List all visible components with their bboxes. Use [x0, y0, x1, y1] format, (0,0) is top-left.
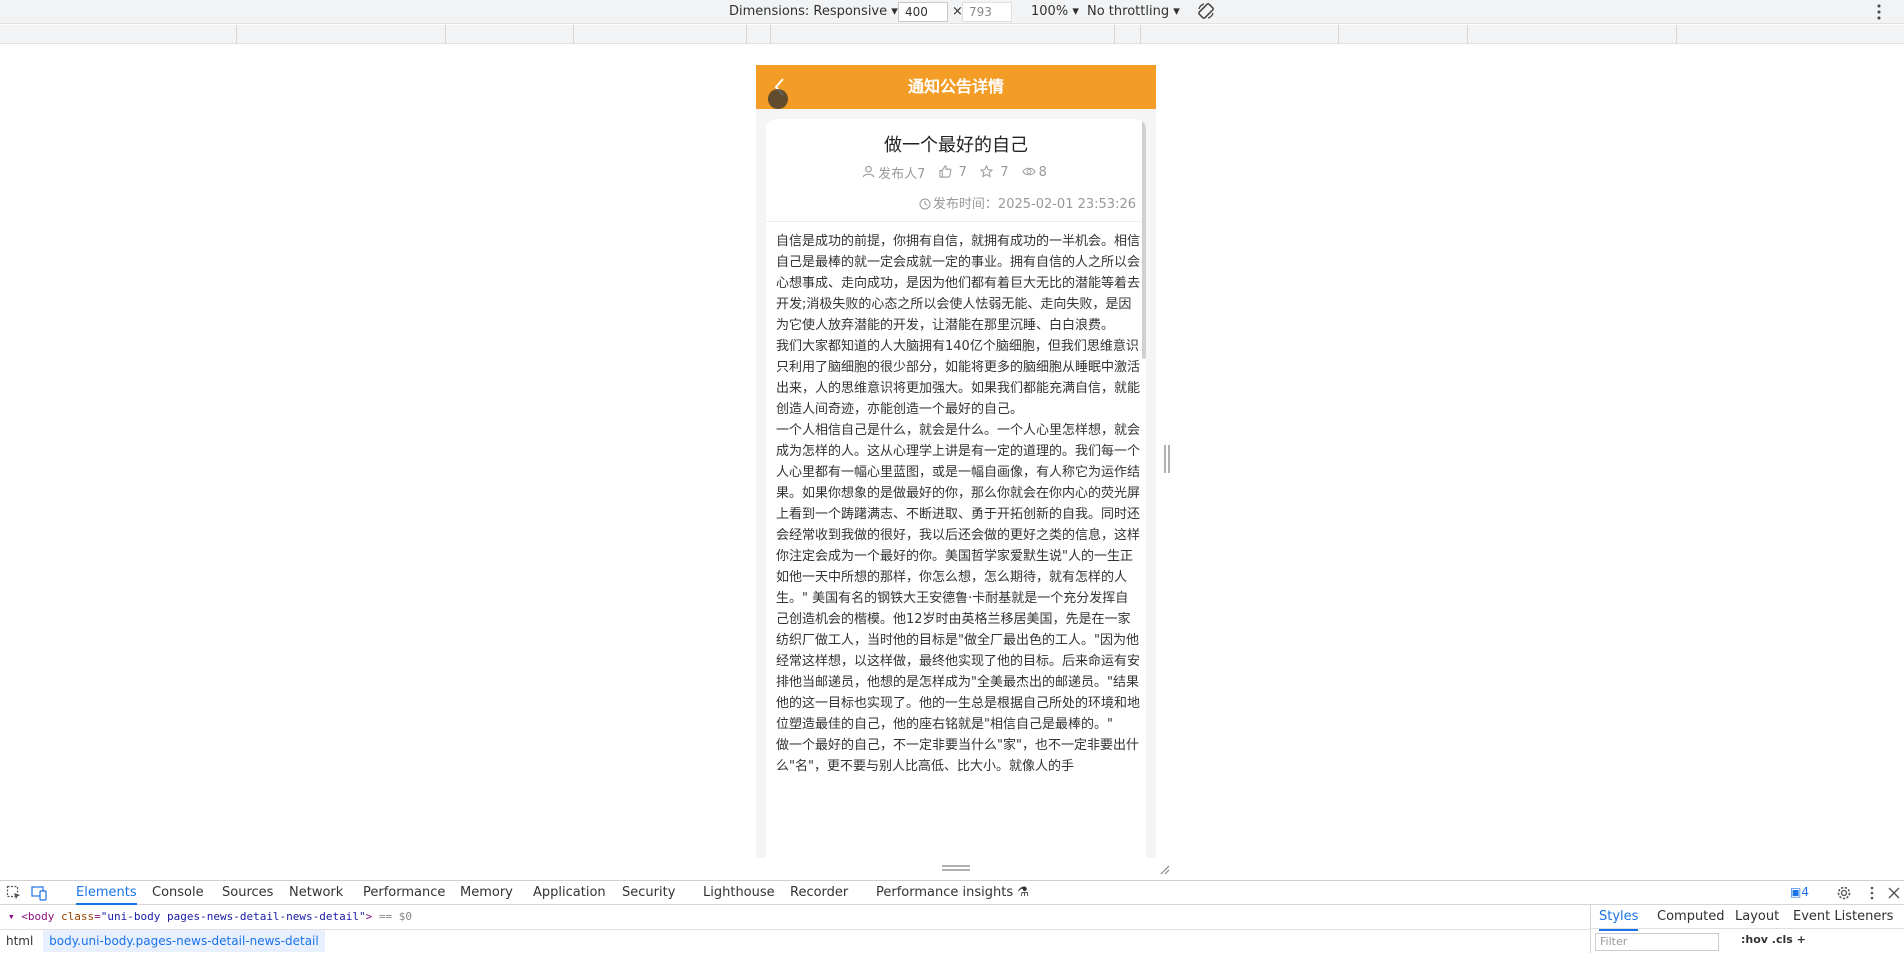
device-toggle-icon[interactable]: [31, 885, 47, 901]
dom-tree-selected-node[interactable]: ▾ <body class="uni-body pages-news-detai…: [0, 907, 1590, 927]
article-card: 做一个最好的自己 发布人7 7 7 8 发布时间：2025-02-01 23:5…: [766, 119, 1146, 858]
issues-count: 4: [1801, 885, 1809, 899]
nav-title: 通知公告详情: [907, 77, 1004, 96]
tab-layout[interactable]: Layout: [1735, 905, 1779, 929]
publish-time: 发布时间：2025-02-01 23:53:26: [919, 193, 1136, 212]
styles-pane: Styles Computed Layout Event Listeners F…: [1590, 905, 1904, 953]
width-input[interactable]: 400: [898, 2, 948, 22]
dimensions-label: Dimensions: Responsive: [729, 4, 888, 19]
views-value: 8: [1038, 165, 1047, 180]
more-vert-icon[interactable]: [1864, 885, 1880, 901]
publisher-name: 发布人7: [878, 167, 926, 182]
tab-console[interactable]: Console: [152, 881, 204, 905]
throttling-label: No throttling: [1087, 4, 1170, 19]
tab-network[interactable]: Network: [289, 881, 343, 905]
viewport-area: 通知公告详情 做一个最好的自己 发布人7 7 7 8 发布时间：2025-02-…: [0, 45, 1904, 880]
devtools-tab-bar: Elements Console Sources Network Perform…: [0, 881, 1904, 905]
gear-icon[interactable]: [1836, 885, 1852, 901]
dom-tag: <body: [21, 910, 55, 923]
nav-bar: 通知公告详情: [756, 65, 1156, 109]
tab-styles[interactable]: Styles: [1599, 905, 1639, 931]
likes-value: 7: [958, 165, 967, 180]
tab-computed[interactable]: Computed: [1657, 905, 1725, 929]
article-paragraph: 一个人相信自己是什么，就会是什么。一个人心里怎样想，就会成为怎样的人。这从心理学…: [776, 423, 1141, 732]
article-paragraph: 自信是成功的前提，你拥有自信，就拥有成功的一半机会。相信自己是最棒的就一定会成就…: [776, 234, 1141, 333]
article-paragraph: 我们大家都知道的人大脑拥有140亿个脑细胞，但我们思维意识只利用了脑细胞的很少部…: [776, 339, 1141, 417]
tab-elements[interactable]: Elements: [76, 881, 137, 905]
tab-lighthouse[interactable]: Lighthouse: [703, 881, 775, 905]
flask-icon: ⚗: [1017, 885, 1029, 900]
resize-corner-icon[interactable]: [1158, 863, 1170, 875]
styles-filter-input[interactable]: Filter: [1595, 933, 1719, 951]
breadcrumb-html[interactable]: html: [0, 930, 39, 952]
devtools-panel: Elements Console Sources Network Perform…: [0, 880, 1904, 953]
publish-time-text: 发布时间：2025-02-01 23:53:26: [932, 197, 1136, 212]
article-meta: 发布人7 7 7 8: [766, 163, 1146, 182]
tab-recorder[interactable]: Recorder: [790, 881, 848, 905]
tab-performance-insights-label: Performance insights: [876, 885, 1014, 900]
height-input[interactable]: 793: [962, 2, 1012, 22]
inspect-icon[interactable]: [6, 885, 22, 901]
touch-cursor: [768, 89, 788, 109]
tab-memory[interactable]: Memory: [460, 881, 513, 905]
chevron-down-icon: ▾: [1072, 4, 1079, 19]
favorite-count[interactable]: 7: [979, 164, 1011, 180]
device-toolbar: Dimensions: Responsive ▾ 400 × 793 100% …: [0, 0, 1904, 24]
style-tools[interactable]: :hov .cls +: [1741, 933, 1806, 946]
publisher: 发布人7: [862, 163, 928, 182]
dom-attr-name: class: [61, 910, 95, 923]
view-count: 8: [1021, 165, 1050, 180]
chevron-down-icon: ▾: [1173, 4, 1180, 19]
article-paragraph: 做一个最好的自己，不一定非要当什么"家"，也不一定非要出什么"名"，更不要与别人…: [776, 738, 1139, 774]
user-icon: [862, 165, 875, 178]
article-content: 自信是成功的前提，你拥有自信，就拥有成功的一半机会。相信自己是最棒的就一定会成就…: [776, 231, 1140, 777]
styles-tab-bar: Styles Computed Layout Event Listeners: [1591, 905, 1904, 931]
chevron-down-icon: ▾: [891, 4, 898, 19]
zoom-label: 100%: [1031, 4, 1069, 19]
like-count[interactable]: 7: [938, 165, 970, 180]
expand-arrow-icon[interactable]: ▾: [8, 910, 15, 923]
breadcrumb-body[interactable]: body.uni-body.pages-news-detail-news-det…: [43, 930, 325, 952]
resize-handle-right[interactable]: [1164, 445, 1170, 473]
dom-attr-value: "uni-body pages-news-detail-news-detail": [100, 910, 366, 923]
issues-icon: ▣: [1790, 885, 1802, 899]
tab-sources[interactable]: Sources: [222, 881, 273, 905]
eye-icon: [1021, 167, 1036, 176]
tab-performance[interactable]: Performance: [363, 881, 445, 905]
favorites-value: 7: [1000, 165, 1009, 180]
clock-icon: [919, 198, 931, 210]
close-icon[interactable]: [1886, 885, 1902, 901]
issues-button[interactable]: ▣4: [1790, 885, 1809, 899]
tab-event-listeners[interactable]: Event Listeners: [1793, 905, 1893, 929]
tab-performance-insights[interactable]: Performance insights ⚗: [876, 881, 1029, 905]
thumbs-up-icon: [938, 165, 951, 178]
more-vert-icon[interactable]: [1874, 2, 1884, 22]
divider: [766, 221, 1146, 222]
breadcrumb: html body.uni-body.pages-news-detail-new…: [0, 929, 1590, 953]
article-title: 做一个最好的自己: [884, 135, 1028, 156]
device-viewport: 通知公告详情 做一个最好的自己 发布人7 7 7 8 发布时间：2025-02-…: [756, 65, 1156, 858]
media-query-ruler[interactable]: [0, 25, 1904, 44]
tab-application[interactable]: Application: [533, 881, 606, 905]
scrollbar-thumb[interactable]: [1142, 119, 1146, 359]
rotate-icon[interactable]: [1196, 1, 1216, 21]
dom-selected-ref: == $0: [378, 910, 413, 923]
zoom-dropdown[interactable]: 100% ▾: [1031, 4, 1079, 19]
resize-handle-bottom[interactable]: [942, 865, 970, 871]
tab-security[interactable]: Security: [622, 881, 675, 905]
dimensions-dropdown[interactable]: Dimensions: Responsive ▾: [729, 4, 898, 19]
throttling-dropdown[interactable]: No throttling ▾: [1087, 4, 1180, 19]
star-icon: [979, 164, 994, 178]
dom-tag-close: >: [365, 910, 373, 923]
